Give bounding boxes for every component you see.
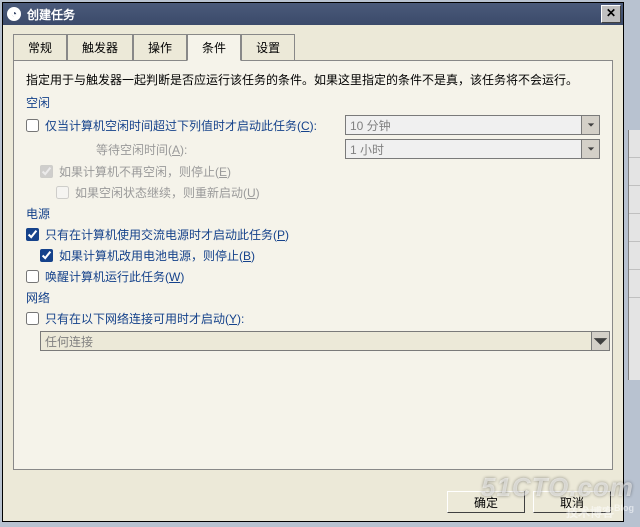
dialog-footer: 确定 取消 bbox=[447, 491, 611, 513]
title-text: 创建任务 bbox=[27, 6, 601, 23]
row-stop-if-not-idle: 如果计算机不再空闲，则停止(E) bbox=[40, 163, 600, 180]
section-network: 网络 bbox=[26, 289, 600, 306]
panel-description: 指定用于与触发器一起判断是否应运行该任务的条件。如果这里指定的条件不是真，该任务… bbox=[26, 71, 600, 88]
dropdown-network-connection[interactable] bbox=[592, 331, 610, 351]
label-wait-idle: 等待空闲时间(A): bbox=[96, 141, 187, 158]
label-start-if-idle: 仅当计算机空闲时间超过下列值时才启动此任务(C): bbox=[45, 117, 317, 134]
tab-actions[interactable]: 操作 bbox=[133, 34, 187, 61]
input-wait-duration[interactable] bbox=[345, 139, 582, 159]
section-power: 电源 bbox=[26, 205, 600, 222]
label-restart-if-idle: 如果空闲状态继续，则重新启动(U) bbox=[75, 184, 260, 201]
dropdown-wait-duration[interactable] bbox=[582, 139, 600, 159]
input-idle-duration[interactable] bbox=[345, 115, 582, 135]
row-stop-on-battery: 如果计算机改用电池电源，则停止(B) bbox=[40, 247, 600, 264]
row-on-ac-only: 只有在计算机使用交流电源时才启动此任务(P) bbox=[26, 226, 600, 243]
tab-general[interactable]: 常规 bbox=[13, 34, 67, 61]
tab-settings[interactable]: 设置 bbox=[241, 34, 295, 61]
row-start-if-idle: 仅当计算机空闲时间超过下列值时才启动此任务(C): bbox=[26, 115, 600, 135]
app-icon: ◔ bbox=[7, 7, 21, 21]
titlebar[interactable]: ◔ 创建任务 ✕ bbox=[3, 3, 623, 25]
label-wake: 唤醒计算机运行此任务(W) bbox=[45, 268, 184, 285]
checkbox-stop-if-not-idle[interactable] bbox=[40, 165, 53, 178]
label-stop-on-battery: 如果计算机改用电池电源，则停止(B) bbox=[59, 247, 255, 264]
ok-button[interactable]: 确定 bbox=[447, 491, 525, 513]
checkbox-only-if-network[interactable] bbox=[26, 312, 39, 325]
row-restart-if-idle: 如果空闲状态继续，则重新启动(U) bbox=[56, 184, 600, 201]
label-stop-if-not-idle: 如果计算机不再空闲，则停止(E) bbox=[59, 163, 231, 180]
conditions-panel: 指定用于与触发器一起判断是否应运行该任务的条件。如果这里指定的条件不是真，该任务… bbox=[13, 60, 613, 470]
tab-triggers[interactable]: 触发器 bbox=[67, 34, 133, 61]
section-idle: 空闲 bbox=[26, 94, 600, 111]
checkbox-restart-if-idle[interactable] bbox=[56, 186, 69, 199]
tab-conditions[interactable]: 条件 bbox=[187, 34, 241, 61]
row-wake: 唤醒计算机运行此任务(W) bbox=[26, 268, 600, 285]
checkbox-wake[interactable] bbox=[26, 270, 39, 283]
dropdown-idle-duration[interactable] bbox=[582, 115, 600, 135]
row-only-if-network: 只有在以下网络连接可用时才启动(Y): bbox=[26, 310, 600, 327]
label-on-ac-only: 只有在计算机使用交流电源时才启动此任务(P) bbox=[45, 226, 289, 243]
label-only-if-network: 只有在以下网络连接可用时才启动(Y): bbox=[45, 310, 244, 327]
checkbox-start-if-idle[interactable] bbox=[26, 119, 39, 132]
checkbox-on-ac-only[interactable] bbox=[26, 228, 39, 241]
row-wait-idle: 等待空闲时间(A): bbox=[56, 139, 600, 159]
combo-idle-duration bbox=[345, 115, 600, 135]
combo-network-connection bbox=[40, 331, 610, 351]
checkbox-stop-on-battery[interactable] bbox=[40, 249, 53, 262]
background-panel-edge bbox=[628, 130, 640, 380]
close-icon[interactable]: ✕ bbox=[601, 5, 621, 23]
input-network-connection[interactable] bbox=[40, 331, 592, 351]
cancel-button[interactable]: 取消 bbox=[533, 491, 611, 513]
tab-strip: 常规 触发器 操作 条件 设置 bbox=[13, 33, 613, 60]
combo-wait-duration bbox=[345, 139, 600, 159]
create-task-dialog: ◔ 创建任务 ✕ 常规 触发器 操作 条件 设置 指定用于与触发器一起判断是否应… bbox=[2, 2, 624, 522]
